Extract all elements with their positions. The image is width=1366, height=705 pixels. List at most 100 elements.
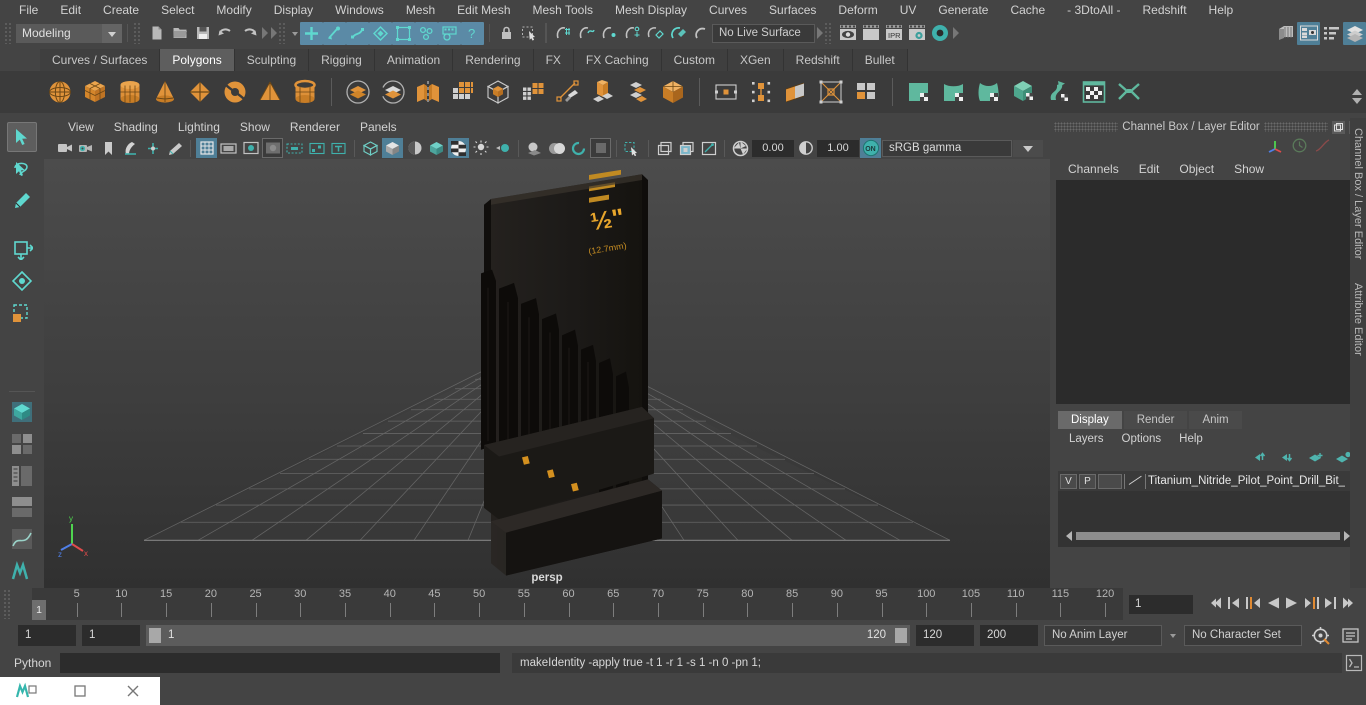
select-by-component-icon[interactable] [346,21,369,45]
poly-bridge-icon[interactable] [657,76,689,108]
channel-box-menu-edit[interactable]: Edit [1129,162,1170,176]
status-line-expander-4[interactable] [951,23,960,43]
make-live-icon[interactable] [666,22,689,45]
xray-active-icon[interactable] [676,138,697,158]
grease-pencil-icon[interactable] [164,138,185,158]
command-input[interactable] [60,653,500,673]
smooth-shade-all-icon[interactable] [382,138,403,158]
xray-joints-2-icon[interactable] [698,138,719,158]
render-current-frame-icon[interactable] [836,22,859,45]
status-line-expander-1[interactable] [260,23,269,43]
anim-layer-selector[interactable]: No Anim Layer [1044,624,1162,646]
selection-group-gripper[interactable] [278,22,287,44]
exposure-icon[interactable] [730,138,751,158]
poly-crease-icon[interactable] [815,76,847,108]
persp-graph-layout-icon[interactable] [7,524,37,554]
layer-visibility-toggle[interactable]: V [1060,473,1077,489]
move-layer-up-icon[interactable] [1254,451,1271,467]
uv-automatic-icon[interactable] [1008,76,1040,108]
four-view-layout-icon[interactable] [7,429,37,459]
select-by-component-diamond-icon[interactable] [369,21,392,45]
save-scene-icon[interactable] [191,22,214,45]
shelf-tab-custom[interactable]: Custom [661,49,728,71]
menu-mesh-display[interactable]: Mesh Display [604,0,698,20]
shelf-tab-curves-surfaces[interactable]: Curves / Surfaces [40,49,161,71]
range-slider-right-handle[interactable] [895,627,907,643]
go-to-start-icon[interactable] [1207,596,1223,613]
move-layer-down-icon[interactable] [1281,451,1298,467]
bookmarks-icon[interactable] [98,138,119,158]
camera-attributes-icon[interactable] [76,138,97,158]
uv-unfold-icon[interactable] [1043,76,1075,108]
exposure-value[interactable]: 0.00 [752,139,794,157]
hypershade-layout-icon[interactable] [7,492,37,522]
scroll-thumb[interactable] [1076,532,1340,540]
viewport-menu-lighting[interactable]: Lighting [168,118,230,137]
step-forward-key-icon[interactable] [1304,596,1319,613]
scroll-left-icon[interactable] [1066,531,1072,541]
menu-generate[interactable]: Generate [927,0,999,20]
poly-cone-icon[interactable] [149,76,181,108]
status-line-expander-3[interactable] [815,23,824,43]
menu-curves[interactable]: Curves [698,0,758,20]
menu-edit-mesh[interactable]: Edit Mesh [446,0,521,20]
xray-icon[interactable] [654,138,675,158]
move-tool[interactable] [7,234,37,264]
paint-select-tool[interactable] [7,186,37,216]
lock-selection-icon[interactable] [495,22,518,45]
panel-gripper-right[interactable] [1263,122,1329,132]
single-perspective-layout-icon[interactable] [7,397,37,427]
maya-app-icon[interactable] [0,677,53,705]
film-gate-icon[interactable] [218,138,239,158]
perspective-viewport[interactable]: ½" (12.7mm) y x z persp [44,159,1050,588]
wireframe-icon[interactable] [360,138,381,158]
poly-pipe-icon[interactable] [289,76,321,108]
layer-color-swatch-icon[interactable] [1124,473,1146,489]
character-set-selector[interactable]: No Character Set [1184,624,1302,646]
shelf-tab-polygons[interactable]: Polygons [160,49,235,71]
shadows-icon[interactable] [524,138,545,158]
file-group-gripper[interactable] [133,22,142,44]
menu-uv[interactable]: UV [889,0,928,20]
live-surface-field[interactable]: No Live Surface [712,23,815,43]
textured-icon[interactable] [448,138,469,158]
animation-preferences-icon[interactable] [1338,625,1362,645]
xray-joints-icon[interactable] [306,138,327,158]
current-frame-field[interactable]: 1 [1129,594,1193,614]
layer-name[interactable]: Titanium_Nitride_Pilot_Point_Drill_Bit_ [1148,475,1345,487]
shelf-tab-sculpting[interactable]: Sculpting [234,49,310,71]
render-sequence-icon[interactable] [859,22,882,45]
viewport-menu-renderer[interactable]: Renderer [280,118,350,137]
minimize-window-icon[interactable] [53,677,106,705]
maya-embedded-layout-icon[interactable] [7,556,37,586]
snap-to-align-icon[interactable] [689,22,712,45]
shelf-tab-rendering[interactable]: Rendering [453,49,534,71]
viewport-menu-panels[interactable]: Panels [350,118,407,137]
poly-reduce-icon[interactable] [517,76,549,108]
time-slider[interactable]: 1 5 10 15 20 25 30 35 40 45 50 55 60 65 70 75 80 85 90 95 1… [32,588,1123,620]
sidebar-tab-channel-box[interactable]: Channel Box / Layer Editor [1352,128,1364,259]
script-editor-icon[interactable] [1342,653,1366,673]
status-line-gripper[interactable] [4,22,13,44]
sidebar-channel-box-icon[interactable] [1320,22,1343,45]
shelf-tab-fx-caching[interactable]: FX Caching [573,49,662,71]
poly-combine-icon[interactable] [482,76,514,108]
snap-to-projected-center-icon[interactable] [620,22,643,45]
shelf-scroll-arrows[interactable] [1350,76,1364,116]
poly-plane-icon[interactable] [184,76,216,108]
menu-display[interactable]: Display [263,0,324,20]
redo-icon[interactable] [237,22,260,45]
select-tool[interactable] [7,122,37,152]
shaded-half-icon[interactable] [404,138,425,158]
select-dynamics-mask-icon[interactable] [438,21,461,45]
channel-box-menu-object[interactable]: Object [1169,162,1224,176]
select-camera-icon[interactable] [54,138,75,158]
layer-menu-options[interactable]: Options [1113,433,1171,445]
range-slider[interactable]: 1 120 [146,624,910,646]
menu-set-dropdown-arrow[interactable] [102,23,122,43]
time-slider-gripper[interactable] [3,589,12,619]
layer-list-horizontal-scrollbar[interactable] [1066,531,1350,541]
render-settings-icon[interactable] [905,22,928,45]
step-back-frame-icon[interactable] [1228,596,1241,613]
image-plane-icon[interactable] [120,138,141,158]
